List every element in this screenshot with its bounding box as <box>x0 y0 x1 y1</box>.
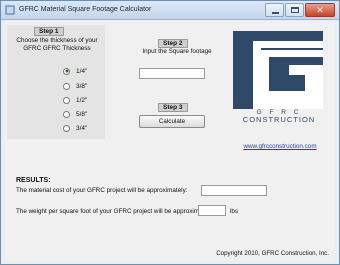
radio-icon[interactable] <box>63 124 70 132</box>
close-button[interactable]: ✕ <box>305 3 335 17</box>
radio-icon[interactable] <box>63 110 70 118</box>
step2-label: Step 2 <box>158 39 188 48</box>
step1-label: Step 1 <box>34 27 64 36</box>
weight-output[interactable] <box>198 205 226 216</box>
thickness-option-label: 5/8" <box>76 110 88 118</box>
results-title: RESULTS: <box>16 177 51 184</box>
thickness-option-3-4[interactable]: 3/4" <box>63 123 87 133</box>
square-footage-input[interactable] <box>139 68 205 79</box>
thickness-option-1-2[interactable]: 1/2" <box>63 95 87 105</box>
maximize-icon <box>291 7 299 13</box>
step2-description: Input the Square footage <box>142 48 212 55</box>
calculate-button[interactable]: Calculate <box>139 115 205 128</box>
minimize-icon <box>272 12 279 14</box>
thickness-option-5-8[interactable]: 5/8" <box>63 109 87 119</box>
material-cost-output[interactable] <box>201 185 267 196</box>
window-title: GFRC Material Square Footage Calculator <box>19 6 152 13</box>
weight-label: The weight per square foot of your GFRC … <box>16 208 215 215</box>
step1-description: Choose the thickness of your GFRC GFRC T… <box>16 37 98 52</box>
radio-icon[interactable] <box>63 96 70 104</box>
thickness-option-label: 1/2" <box>76 96 88 104</box>
radio-icon[interactable] <box>63 82 70 90</box>
logo-wordmark: G F R C CONSTRUCTION <box>235 109 323 124</box>
step3-label: Step 3 <box>158 103 188 112</box>
maximize-button[interactable] <box>285 3 304 17</box>
logo-construction: CONSTRUCTION <box>242 115 316 124</box>
thickness-option-label: 3/8" <box>76 82 88 90</box>
weight-unit-label: lbs <box>230 208 239 215</box>
caption-buttons: ✕ <box>264 3 335 17</box>
radio-selected-icon[interactable] <box>63 67 70 75</box>
cost-label: The material cost of your GFRC project w… <box>16 187 188 194</box>
minimize-button[interactable] <box>265 3 284 17</box>
thickness-option-3-8[interactable]: 3/8" <box>63 81 87 91</box>
gfrc-logo-icon <box>233 31 323 109</box>
copyright-text: Copyright 2010, GFRC Construction, Inc. <box>216 250 329 257</box>
app-window: GFRC Material Square Footage Calculator … <box>0 0 340 265</box>
thickness-option-label: 1/4" <box>76 67 88 75</box>
website-link[interactable]: www.gfrcconstruction.com <box>237 143 323 150</box>
title-bar[interactable]: GFRC Material Square Footage Calculator … <box>1 1 339 20</box>
app-icon <box>5 5 15 15</box>
thickness-option-1-4[interactable]: 1/4" <box>63 66 87 76</box>
thickness-option-label: 3/4" <box>76 124 88 132</box>
close-icon: ✕ <box>316 5 324 15</box>
